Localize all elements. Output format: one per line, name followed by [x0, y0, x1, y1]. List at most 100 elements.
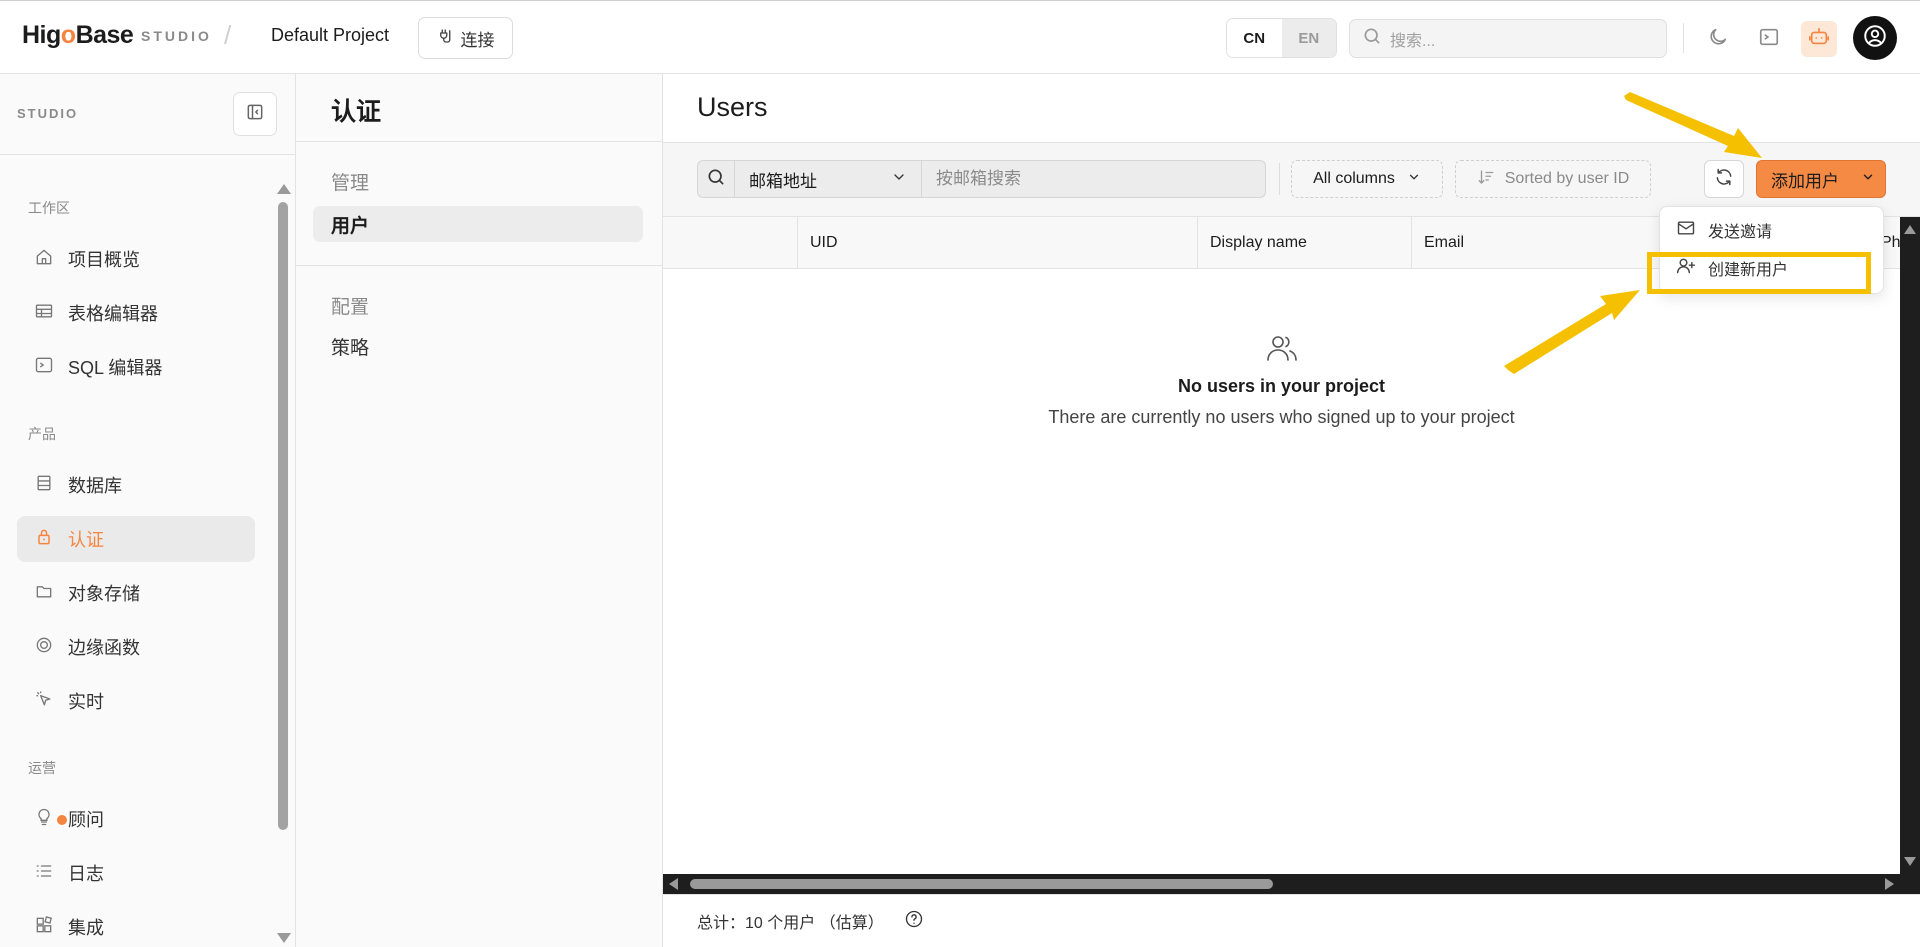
sort-icon: [1477, 168, 1495, 191]
columns-filter-label: All columns: [1313, 170, 1395, 187]
submenu-section-config: 配置: [331, 297, 370, 318]
sidebar-collapse-icon: [245, 102, 265, 127]
list-icon: [34, 861, 54, 886]
column-header-uid[interactable]: UID: [797, 217, 1197, 269]
scroll-left-arrow-icon[interactable]: [669, 878, 678, 890]
total-users-count: 总计：10 个用户 （估算）: [697, 915, 884, 932]
breadcrumb-separator: /: [224, 20, 232, 50]
sidebar-header: STUDIO: [0, 74, 295, 155]
table-horizontal-scrollbar[interactable]: [663, 874, 1920, 894]
sort-button[interactable]: Sorted by user ID: [1455, 160, 1651, 198]
user-avatar-icon: [1862, 23, 1888, 54]
sidebar-item-integrations[interactable]: 集成: [17, 904, 255, 947]
table-vertical-scrollbar[interactable]: [1900, 217, 1920, 874]
auth-submenu: 认证 管理 用户 配置 策略: [296, 74, 663, 947]
sidebar-item-advisor[interactable]: 顾问: [17, 796, 255, 842]
send-invite-menu-item[interactable]: 发送邀请: [1660, 211, 1885, 249]
sidebar-item-label: 数据库: [68, 476, 122, 496]
logo-text-base: Base: [75, 21, 134, 49]
scroll-down-arrow-icon[interactable]: [277, 933, 291, 943]
global-search[interactable]: 搜索...: [1349, 19, 1667, 58]
logo-text-o: o: [60, 21, 76, 49]
empty-state-title: No users in your project: [1177, 376, 1386, 396]
email-search-input[interactable]: [922, 160, 1266, 198]
lightbulb-icon: [34, 807, 54, 832]
annotation-highlight-box: [1647, 252, 1871, 294]
submenu-item-policies[interactable]: 策略: [313, 328, 643, 364]
lang-en-button[interactable]: EN: [1281, 19, 1336, 57]
language-switch: CN EN: [1226, 18, 1337, 58]
sidebar-item-storage[interactable]: 对象存储: [17, 570, 255, 616]
submenu-section-manage: 管理: [331, 173, 370, 194]
scrollbar-thumb[interactable]: [690, 879, 1273, 889]
lock-icon: [34, 527, 54, 552]
scroll-right-arrow-icon[interactable]: [1885, 878, 1894, 890]
database-icon: [34, 473, 54, 498]
search-icon: [1362, 26, 1382, 51]
sidebar-item-edge-functions[interactable]: 边缘函数: [17, 624, 255, 670]
terminal-icon: [1758, 26, 1780, 53]
global-search-placeholder: 搜索...: [1390, 32, 1436, 50]
sidebar-item-label: SQL 编辑器: [68, 358, 163, 378]
advisor-notification-dot: [57, 815, 67, 825]
sidebar-item-database[interactable]: 数据库: [17, 462, 255, 508]
columns-filter-button[interactable]: All columns: [1291, 160, 1443, 198]
sidebar-item-label: 表格编辑器: [68, 304, 158, 324]
submenu-item-users[interactable]: 用户: [313, 206, 643, 242]
home-icon: [34, 247, 54, 272]
theme-toggle-button[interactable]: [1700, 21, 1736, 57]
empty-state-subtitle: There are currently no users who signed …: [1048, 407, 1515, 427]
column-header-display-name[interactable]: Display name: [1197, 217, 1411, 269]
search-field-select[interactable]: 邮箱地址: [735, 160, 922, 198]
logo-text-g: g: [46, 21, 61, 49]
scroll-up-arrow-icon[interactable]: [1904, 225, 1916, 234]
project-selector[interactable]: Default Project: [271, 25, 389, 46]
user-avatar[interactable]: [1853, 16, 1897, 60]
scrollbar-thumb[interactable]: [278, 202, 288, 830]
sidebar-item-auth[interactable]: 认证: [17, 516, 255, 562]
sidebar-item-label: 边缘函数: [68, 638, 140, 658]
sidebar-item-realtime[interactable]: 实时: [17, 678, 255, 724]
empty-state: No users in your project There are curre…: [663, 330, 1900, 428]
sidebar-item-logs[interactable]: 日志: [17, 850, 255, 896]
studio-tag: STUDIO: [141, 28, 212, 44]
sidebar-item-table-editor[interactable]: 表格编辑器: [17, 290, 255, 336]
terminal-button[interactable]: [1751, 21, 1787, 57]
chevron-down-icon: [1407, 170, 1421, 189]
help-icon[interactable]: [904, 909, 924, 934]
filter-search-icon-box: [697, 160, 735, 198]
refresh-button[interactable]: [1704, 160, 1744, 198]
logo[interactable]: HigoBase: [22, 21, 134, 50]
add-user-button[interactable]: 添加用户: [1756, 160, 1886, 198]
top-divider: [1683, 23, 1684, 53]
add-user-label: 添加用户: [1771, 171, 1839, 191]
connect-button[interactable]: 连接: [418, 17, 513, 59]
cursor-click-icon: [34, 689, 54, 714]
sidebar-item-overview[interactable]: 项目概览: [17, 236, 255, 282]
moon-icon: [1707, 26, 1729, 53]
sidebar-item-sql-editor[interactable]: SQL 编辑器: [17, 344, 255, 390]
toolbar-divider: [1279, 163, 1280, 195]
table-footer: 总计：10 个用户 （估算）: [663, 894, 1920, 947]
scroll-up-arrow-icon[interactable]: [277, 184, 291, 194]
sidebar-section-product: 产品: [28, 426, 56, 442]
sidebar-item-label: 日志: [68, 864, 104, 884]
collapse-sidebar-button[interactable]: [233, 92, 277, 136]
lang-cn-button[interactable]: CN: [1227, 19, 1282, 57]
sidebar-section-operations: 运营: [28, 760, 56, 776]
robot-icon: [1808, 26, 1830, 53]
sort-label: Sorted by user ID: [1504, 170, 1630, 187]
folder-icon: [34, 581, 54, 606]
sidebar-item-label: 项目概览: [68, 250, 140, 270]
search-icon: [706, 167, 726, 192]
table-icon: [34, 301, 54, 326]
search-field-value: 邮箱地址: [749, 171, 817, 191]
scroll-down-arrow-icon[interactable]: [1904, 857, 1916, 866]
sidebar-scrollbar[interactable]: [277, 180, 291, 947]
sidebar-section-workspace: 工作区: [28, 200, 70, 216]
refresh-icon: [1714, 167, 1734, 192]
sidebar: STUDIO 工作区 项目概览 表格编辑器 SQL 编辑器 产品 数据库 认证 …: [0, 74, 296, 947]
page-title: Users: [697, 92, 768, 122]
assistant-button[interactable]: [1801, 21, 1837, 57]
sidebar-item-label: 顾问: [68, 810, 104, 830]
